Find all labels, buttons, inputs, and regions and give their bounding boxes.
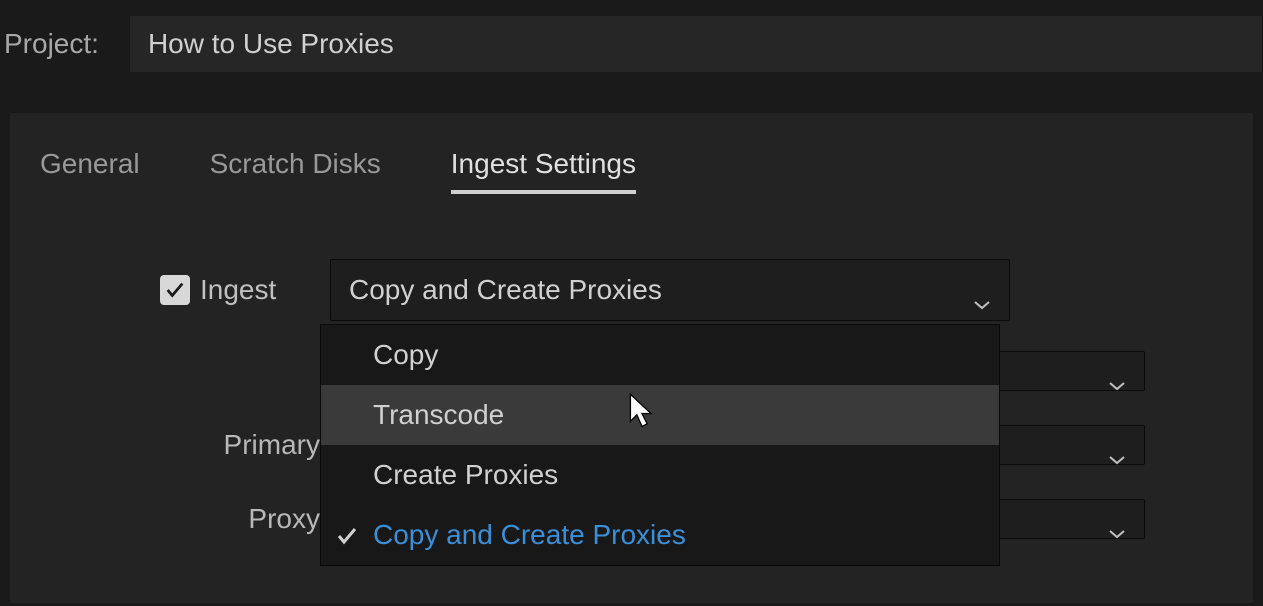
check-icon: [335, 523, 359, 547]
ingest-checkbox-label: Ingest: [200, 274, 276, 306]
dropdown-option-transcode[interactable]: Transcode: [321, 385, 999, 445]
chevron-down-icon: [973, 285, 991, 295]
ingest-dropdown[interactable]: Copy and Create Proxies: [330, 259, 1010, 321]
ingest-checkbox[interactable]: [160, 275, 190, 305]
settings-panel: General Scratch Disks Ingest Settings In…: [10, 113, 1253, 603]
dropdown-option-create-proxies[interactable]: Create Proxies: [321, 445, 999, 505]
ingest-dropdown-menu: Copy Transcode Create Proxies Copy and C…: [320, 324, 1000, 566]
primary-label: Primary: [40, 429, 320, 461]
chevron-down-icon: [1108, 514, 1126, 524]
tab-scratch-disks[interactable]: Scratch Disks: [210, 148, 381, 194]
dropdown-option-label: Copy and Create Proxies: [373, 519, 686, 551]
ingest-dropdown-value: Copy and Create Proxies: [349, 274, 662, 306]
dropdown-option-copy[interactable]: Copy: [321, 325, 999, 385]
tabs-container: General Scratch Disks Ingest Settings: [10, 113, 1253, 219]
ingest-row: Ingest Copy and Create Proxies: [40, 259, 1223, 321]
proxy-label: Proxy: [40, 503, 320, 535]
tab-general[interactable]: General: [40, 148, 140, 194]
project-label: Project:: [0, 28, 99, 60]
check-icon: [164, 279, 186, 301]
tab-ingest-settings[interactable]: Ingest Settings: [451, 148, 636, 194]
settings-body: Ingest Copy and Create Proxies Copy Tran…: [10, 219, 1253, 603]
chevron-down-icon: [1108, 366, 1126, 376]
project-name-input[interactable]: How to Use Proxies: [129, 15, 1263, 73]
chevron-down-icon: [1108, 440, 1126, 450]
ingest-checkbox-wrap: Ingest: [40, 274, 320, 306]
dropdown-option-copy-create-proxies[interactable]: Copy and Create Proxies: [321, 505, 999, 565]
